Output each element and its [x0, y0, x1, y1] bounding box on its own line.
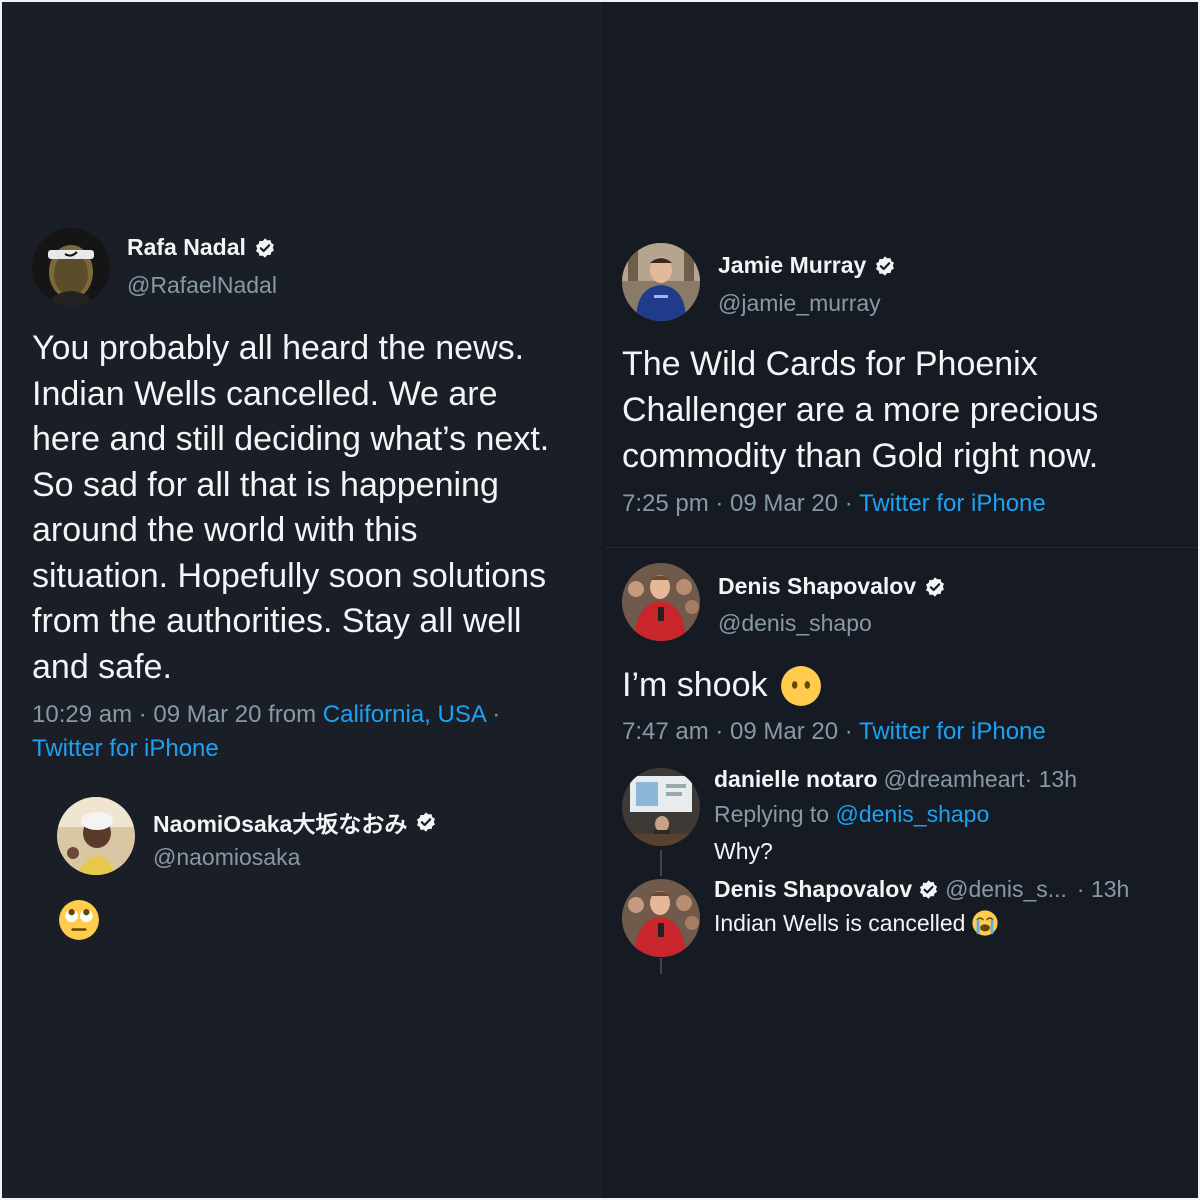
reply-text-denis: Indian Wells is cancelled	[714, 909, 999, 937]
source-link[interactable]: Twitter for iPhone	[32, 735, 219, 762]
reply-handle: @denis_s...	[945, 876, 1067, 902]
display-name: Denis Shapovalov	[718, 573, 917, 599]
thread-connector-line	[660, 958, 662, 974]
avatar-denis-shapovalov-reply[interactable]	[622, 879, 700, 957]
author-name-rafa[interactable]: Rafa Nadal	[127, 234, 276, 261]
verified-badge-icon	[926, 576, 945, 597]
tweet-source-rafa: Twitter for iPhone	[32, 732, 219, 766]
avatar-denis-shapovalov[interactable]	[622, 563, 700, 641]
tweet-line: and safe.	[32, 647, 172, 686]
tweet-text-shapovalov: I’m shook	[622, 663, 822, 709]
verified-badge-icon	[876, 255, 895, 276]
avatar-rafa-nadal[interactable]	[32, 228, 110, 306]
author-name-shapovalov[interactable]: Denis Shapovalov	[718, 573, 946, 600]
display-name: danielle notaro	[714, 766, 878, 792]
tweet-line: You probably all heard the news.	[32, 329, 525, 367]
face-without-mouth-emoji	[780, 665, 821, 706]
tweet-line: I’m shook	[622, 666, 768, 704]
reply-time: · 13h	[1076, 876, 1130, 902]
source-link[interactable]: Twitter for iPhone	[859, 490, 1046, 517]
tweet-line: Challenger are a more precious	[622, 391, 1099, 429]
replying-to-handle-link[interactable]: @denis_shapo	[835, 801, 989, 827]
author-name-osaka[interactable]: NaomiOsaka大坂なおみ	[153, 805, 437, 839]
avatar-jamie-murray[interactable]	[622, 243, 700, 321]
tweet-line: situation. Hopefully soon solutions	[32, 556, 547, 595]
display-name: Rafa Nadal	[127, 234, 246, 260]
reply-author-denis[interactable]: Denis Shapovalov @denis_s... · 13h	[714, 876, 1129, 903]
avatar-naomi-osaka[interactable]	[57, 797, 135, 875]
author-name-murray[interactable]: Jamie Murray	[718, 252, 896, 279]
tweet-line: So sad for all that is happening	[32, 465, 499, 504]
display-name: NaomiOsaka大坂なおみ	[153, 811, 408, 837]
avatar-danielle-notaro[interactable]	[622, 768, 700, 846]
tweet-line: around the world with this	[32, 511, 418, 549]
tweet-line: commodity than Gold right now.	[622, 437, 1099, 475]
tweet-meta-rafa: 10:29 am · 09 Mar 20 from California, US…	[32, 698, 500, 732]
author-handle-shapovalov[interactable]: @denis_shapo	[718, 610, 872, 637]
tweet-line: The Wild Cards for Phoenix	[622, 345, 1038, 383]
verified-badge-icon	[417, 812, 436, 832]
author-handle-murray[interactable]: @jamie_murray	[718, 290, 881, 317]
reply-text-danielle: Why?	[714, 838, 773, 864]
tweet-line: here and still deciding what’s next.	[32, 420, 550, 458]
author-handle-osaka[interactable]: @naomiosaka	[153, 844, 300, 871]
replying-to-prefix: Replying to	[714, 801, 836, 827]
tweet-timestamp[interactable]: 10:29 am · 09 Mar 20 from	[32, 701, 323, 728]
tweet-line: from the authorities. Stay all well	[32, 602, 522, 640]
tweet-meta-murray: 7:25 pm · 09 Mar 20 · Twitter for iPhone	[622, 487, 1046, 521]
meta-separator: ·	[485, 701, 501, 728]
reply-handle: @dreamheart	[883, 766, 1025, 792]
verified-badge-icon	[255, 237, 274, 258]
tweet-timestamp[interactable]: 7:25 pm · 09 Mar 20 ·	[622, 490, 859, 517]
tweet-line: Indian Wells cancelled. We are	[32, 374, 498, 413]
tweet-divider	[605, 547, 1198, 548]
face-with-rolling-eyes-emoji	[59, 900, 99, 940]
tweet-timestamp[interactable]: 7:47 am · 09 Mar 20 ·	[622, 718, 859, 745]
display-name: Denis Shapovalov	[714, 876, 913, 902]
display-name: Jamie Murray	[718, 252, 867, 278]
verified-badge-icon	[920, 880, 938, 899]
replying-to-line: Replying to @denis_shapo	[714, 801, 989, 828]
thread-connector-line	[660, 850, 662, 876]
reply-time: · 13h	[1024, 766, 1077, 792]
loudly-crying-face-emoji	[972, 910, 999, 936]
author-handle-rafa[interactable]: @RafaelNadal	[127, 272, 277, 299]
location-link[interactable]: California, USA	[323, 701, 486, 728]
tweet-meta-shapovalov: 7:47 am · 09 Mar 20 · Twitter for iPhone	[622, 715, 1046, 749]
reply-body: Indian Wells is cancelled	[714, 909, 966, 936]
reply-author-danielle[interactable]: danielle notaro @dreamheart · 13h	[714, 766, 1077, 793]
source-link[interactable]: Twitter for iPhone	[859, 718, 1046, 745]
collage-canvas: Rafa Nadal @RafaelNadal You probably all…	[0, 0, 1200, 1200]
